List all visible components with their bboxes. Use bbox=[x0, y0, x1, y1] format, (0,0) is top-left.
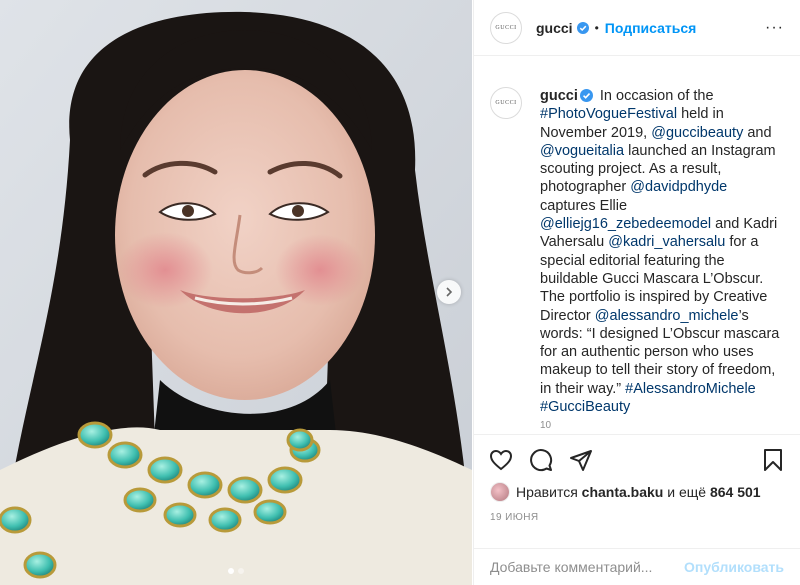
post-header: GUCCI gucci • Подписаться ··· bbox=[474, 0, 800, 56]
likes-count[interactable]: 864 501 bbox=[710, 484, 761, 500]
avatar[interactable]: GUCCI bbox=[490, 87, 522, 119]
next-slide-button[interactable] bbox=[437, 280, 461, 304]
mention-link[interactable]: @guccibeauty bbox=[651, 125, 743, 141]
add-comment-bar: Опубликовать bbox=[474, 548, 800, 585]
hashtag-link[interactable]: #GucciBeauty bbox=[540, 399, 630, 415]
like-button[interactable] bbox=[488, 447, 514, 473]
more-options-icon[interactable]: ··· bbox=[765, 19, 784, 37]
post-date[interactable]: 19 ИЮНЯ bbox=[490, 512, 538, 523]
mention-link[interactable]: @alessandro_michele bbox=[595, 308, 739, 324]
avatar-text: GUCCI bbox=[495, 100, 517, 106]
comments-area[interactable]: GUCCI gucci In occasion of the #PhotoVog… bbox=[474, 57, 800, 433]
carousel-dot bbox=[228, 568, 234, 574]
liker-username[interactable]: chanta.baku bbox=[582, 484, 664, 500]
publish-button[interactable]: Опубликовать bbox=[684, 559, 784, 575]
likes-middle: и ещё bbox=[663, 484, 710, 500]
caption-fragment: In occasion of the bbox=[595, 88, 714, 104]
carousel-dot bbox=[238, 568, 244, 574]
liker-avatar[interactable] bbox=[490, 482, 510, 502]
username-link[interactable]: gucci bbox=[536, 20, 573, 36]
carousel-dots bbox=[0, 568, 472, 574]
follow-button[interactable]: Подписаться bbox=[605, 20, 697, 36]
comment-input[interactable] bbox=[490, 559, 685, 575]
share-button[interactable] bbox=[568, 447, 594, 473]
avatar[interactable]: GUCCI bbox=[490, 11, 522, 44]
action-bar bbox=[474, 434, 800, 484]
mention-link[interactable]: @davidpdhyde bbox=[630, 179, 727, 195]
separator: • bbox=[594, 20, 599, 35]
caption-username[interactable]: gucci bbox=[540, 88, 578, 104]
post-image[interactable] bbox=[0, 0, 472, 585]
verified-badge-icon bbox=[576, 21, 589, 34]
caption-fragment: and bbox=[743, 124, 772, 141]
post-sidebar: GUCCI gucci • Подписаться ··· GUCCI gucc… bbox=[473, 0, 800, 585]
portrait-photo bbox=[0, 0, 472, 585]
likes-prefix: Нравится bbox=[516, 484, 582, 500]
comment-button[interactable] bbox=[528, 447, 554, 473]
save-button[interactable] bbox=[760, 447, 786, 473]
caption-fragment: captures Ellie bbox=[540, 197, 628, 214]
share-icon bbox=[570, 449, 592, 471]
bookmark-icon bbox=[764, 448, 782, 471]
hashtag-link[interactable]: #AlessandroMichele bbox=[625, 381, 756, 397]
caption-text: gucci In occasion of the #PhotoVogueFest… bbox=[540, 73, 784, 416]
caption: GUCCI gucci In occasion of the #PhotoVog… bbox=[490, 73, 784, 416]
hashtag-link[interactable]: #PhotoVogueFestival bbox=[540, 106, 677, 122]
verified-badge-icon bbox=[579, 89, 593, 102]
heart-icon bbox=[489, 449, 513, 470]
chevron-right-icon bbox=[446, 287, 453, 297]
avatar-text: GUCCI bbox=[495, 24, 517, 31]
mention-link[interactable]: @kadri_vahersalu bbox=[608, 234, 725, 250]
caption-body: In occasion of the #PhotoVogueFestival h… bbox=[540, 88, 779, 415]
caption-time: 10 bbox=[540, 420, 552, 432]
mention-link[interactable]: @elliejg16_zebedeemodel bbox=[540, 216, 711, 232]
comment-icon bbox=[530, 448, 553, 471]
likes-summary: Нравится chanta.baku и ещё 864 501 bbox=[490, 482, 761, 502]
mention-link[interactable]: @vogueitalia bbox=[540, 143, 624, 159]
